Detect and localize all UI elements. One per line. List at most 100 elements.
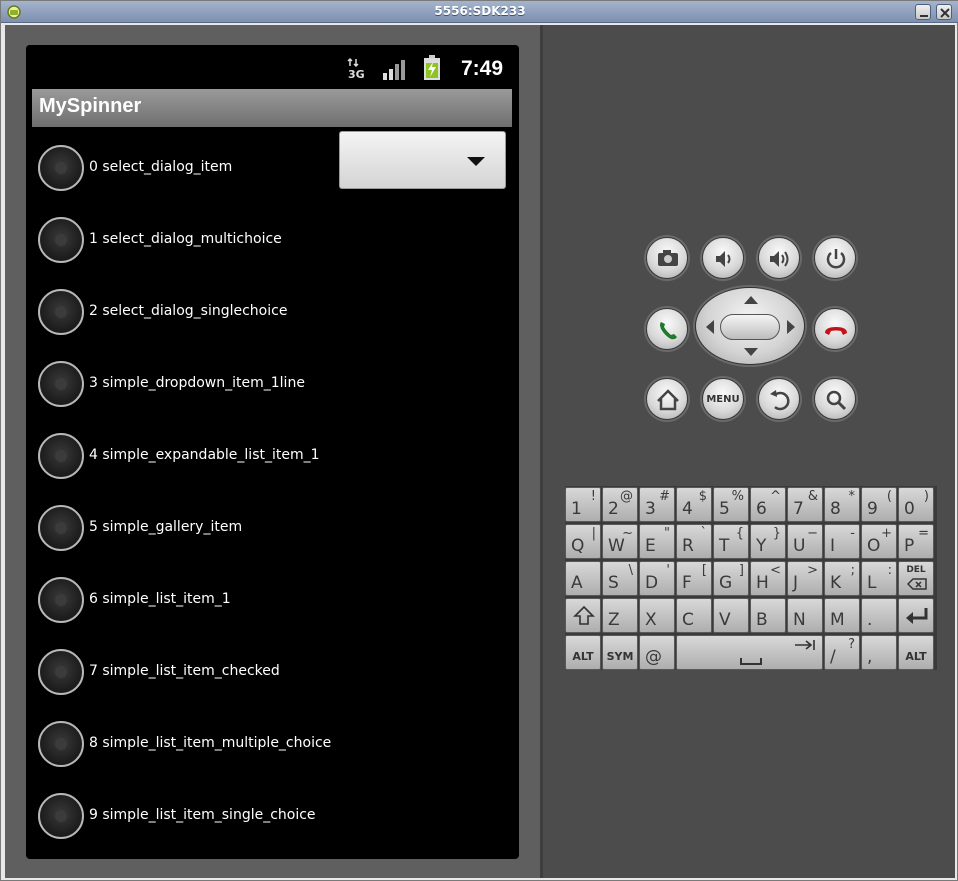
key-y[interactable]: Y} xyxy=(750,524,786,559)
radio-button[interactable] xyxy=(38,217,84,263)
emulator-window: 5556:SDK233 3G 7:49 MySpinner 0 select_d… xyxy=(0,0,958,881)
key-5[interactable]: 5% xyxy=(713,487,749,522)
sym-key[interactable]: SYM xyxy=(602,635,638,670)
key-c[interactable]: C xyxy=(676,598,712,633)
key-m[interactable]: M xyxy=(824,598,860,633)
key-label: A xyxy=(571,573,583,593)
key-n[interactable]: N xyxy=(787,598,823,633)
list-item[interactable]: 4 simple_expandable_list_item_1 xyxy=(26,423,519,495)
key-9[interactable]: 9( xyxy=(861,487,897,522)
radio-button[interactable] xyxy=(38,361,84,407)
key-w[interactable]: W ~ xyxy=(602,524,638,559)
key-alt-label: " xyxy=(664,526,670,541)
volume-down-button[interactable] xyxy=(702,237,744,279)
list-item[interactable]: 9 simple_list_item_single_choice xyxy=(26,783,519,855)
end-call-button[interactable] xyxy=(814,308,856,350)
key-comma[interactable]: , xyxy=(861,635,897,670)
dpad-right-icon[interactable] xyxy=(787,320,795,334)
list-item[interactable]: 5 simple_gallery_item xyxy=(26,495,519,567)
device-screen[interactable]: 3G 7:49 MySpinner 0 select_dialog_item 1… xyxy=(26,45,519,859)
key-z[interactable]: Z xyxy=(602,598,638,633)
key-0[interactable]: 0) xyxy=(898,487,934,522)
back-button[interactable] xyxy=(758,378,800,420)
radio-button[interactable] xyxy=(38,433,84,479)
volume-up-button[interactable] xyxy=(758,237,800,279)
key-8[interactable]: 8 * xyxy=(824,487,860,522)
dpad-left-icon[interactable] xyxy=(706,320,714,334)
alt-key-left[interactable]: ALT xyxy=(565,635,601,670)
space-key[interactable] xyxy=(676,635,823,670)
key-3[interactable]: 3 # xyxy=(639,487,675,522)
search-button[interactable] xyxy=(814,378,856,420)
key-t[interactable]: T{ xyxy=(713,524,749,559)
enter-key[interactable] xyxy=(898,598,934,633)
key-d[interactable]: D ' xyxy=(639,561,675,596)
key-7[interactable]: 7 & xyxy=(787,487,823,522)
radio-button[interactable] xyxy=(38,793,84,839)
list-item[interactable]: 2 select_dialog_singlechoice xyxy=(26,279,519,351)
alt-key-right[interactable]: ALT xyxy=(898,635,934,670)
call-button[interactable] xyxy=(646,308,688,350)
radio-button[interactable] xyxy=(38,505,84,551)
key-f[interactable]: F[ xyxy=(676,561,712,596)
radio-button[interactable] xyxy=(38,577,84,623)
close-button[interactable] xyxy=(936,4,952,20)
key-q[interactable]: Q | xyxy=(565,524,601,559)
key-j[interactable]: J > xyxy=(787,561,823,596)
key-period[interactable]: . xyxy=(861,598,897,633)
spinner-dropdown[interactable] xyxy=(339,131,506,189)
key-k[interactable]: K; xyxy=(824,561,860,596)
key-e[interactable]: E " xyxy=(639,524,675,559)
key-label: Q xyxy=(571,536,585,556)
key-label: 4 xyxy=(682,499,693,519)
key-p[interactable]: P = xyxy=(898,524,934,559)
key-4[interactable]: 4 $ xyxy=(676,487,712,522)
alt-key-left-label: ALT xyxy=(572,650,594,663)
key-label: 5 xyxy=(719,499,730,519)
dpad-up-icon[interactable] xyxy=(744,296,758,304)
key-s[interactable]: S \ xyxy=(602,561,638,596)
key-at[interactable]: @ xyxy=(639,635,675,670)
key-slash[interactable]: /? xyxy=(824,635,860,670)
key-a[interactable]: A xyxy=(565,561,601,596)
key-v[interactable]: V xyxy=(713,598,749,633)
key-o[interactable]: O + xyxy=(861,524,897,559)
radio-button[interactable] xyxy=(38,721,84,767)
key-label: 3 xyxy=(645,499,656,519)
key-alt-label: > xyxy=(807,563,818,578)
minimize-button[interactable] xyxy=(915,4,931,20)
key-x[interactable]: X xyxy=(639,598,675,633)
list-item[interactable]: 6 simple_list_item_1 xyxy=(26,567,519,639)
list-item[interactable]: 1 select_dialog_multichoice xyxy=(26,207,519,279)
key-label: X xyxy=(645,610,657,630)
radio-button[interactable] xyxy=(38,649,84,695)
delete-key[interactable]: DEL xyxy=(898,561,934,596)
camera-button[interactable] xyxy=(646,237,688,279)
key-b[interactable]: B xyxy=(750,598,786,633)
list-item-label: 5 simple_gallery_item xyxy=(89,519,243,535)
menu-button[interactable]: MENU xyxy=(702,378,744,420)
key-g[interactable]: G] xyxy=(713,561,749,596)
power-button[interactable] xyxy=(814,237,856,279)
shift-key[interactable] xyxy=(565,598,601,633)
dpad-down-icon[interactable] xyxy=(744,348,758,356)
key-r[interactable]: R ` xyxy=(676,524,712,559)
list-item[interactable]: 3 simple_dropdown_item_1line xyxy=(26,351,519,423)
radio-button[interactable] xyxy=(38,289,84,335)
key-6[interactable]: 6 ^ xyxy=(750,487,786,522)
key-2[interactable]: 2 @ xyxy=(602,487,638,522)
key-u[interactable]: U − xyxy=(787,524,823,559)
phone-call-icon xyxy=(660,322,677,340)
list-item[interactable]: 8 simple_list_item_multiple_choice xyxy=(26,711,519,783)
title-bar[interactable]: 5556:SDK233 xyxy=(1,1,958,23)
key-i[interactable]: I- xyxy=(824,524,860,559)
radio-button[interactable] xyxy=(38,145,84,191)
dpad[interactable] xyxy=(695,287,805,365)
key-1[interactable]: 1! xyxy=(565,487,601,522)
key-h[interactable]: H < xyxy=(750,561,786,596)
key-alt-label: * xyxy=(848,489,856,504)
home-button[interactable] xyxy=(646,378,688,420)
list-item[interactable]: 7 simple_list_item_checked xyxy=(26,639,519,711)
dpad-center-button[interactable] xyxy=(720,314,780,340)
key-l[interactable]: L: xyxy=(861,561,897,596)
